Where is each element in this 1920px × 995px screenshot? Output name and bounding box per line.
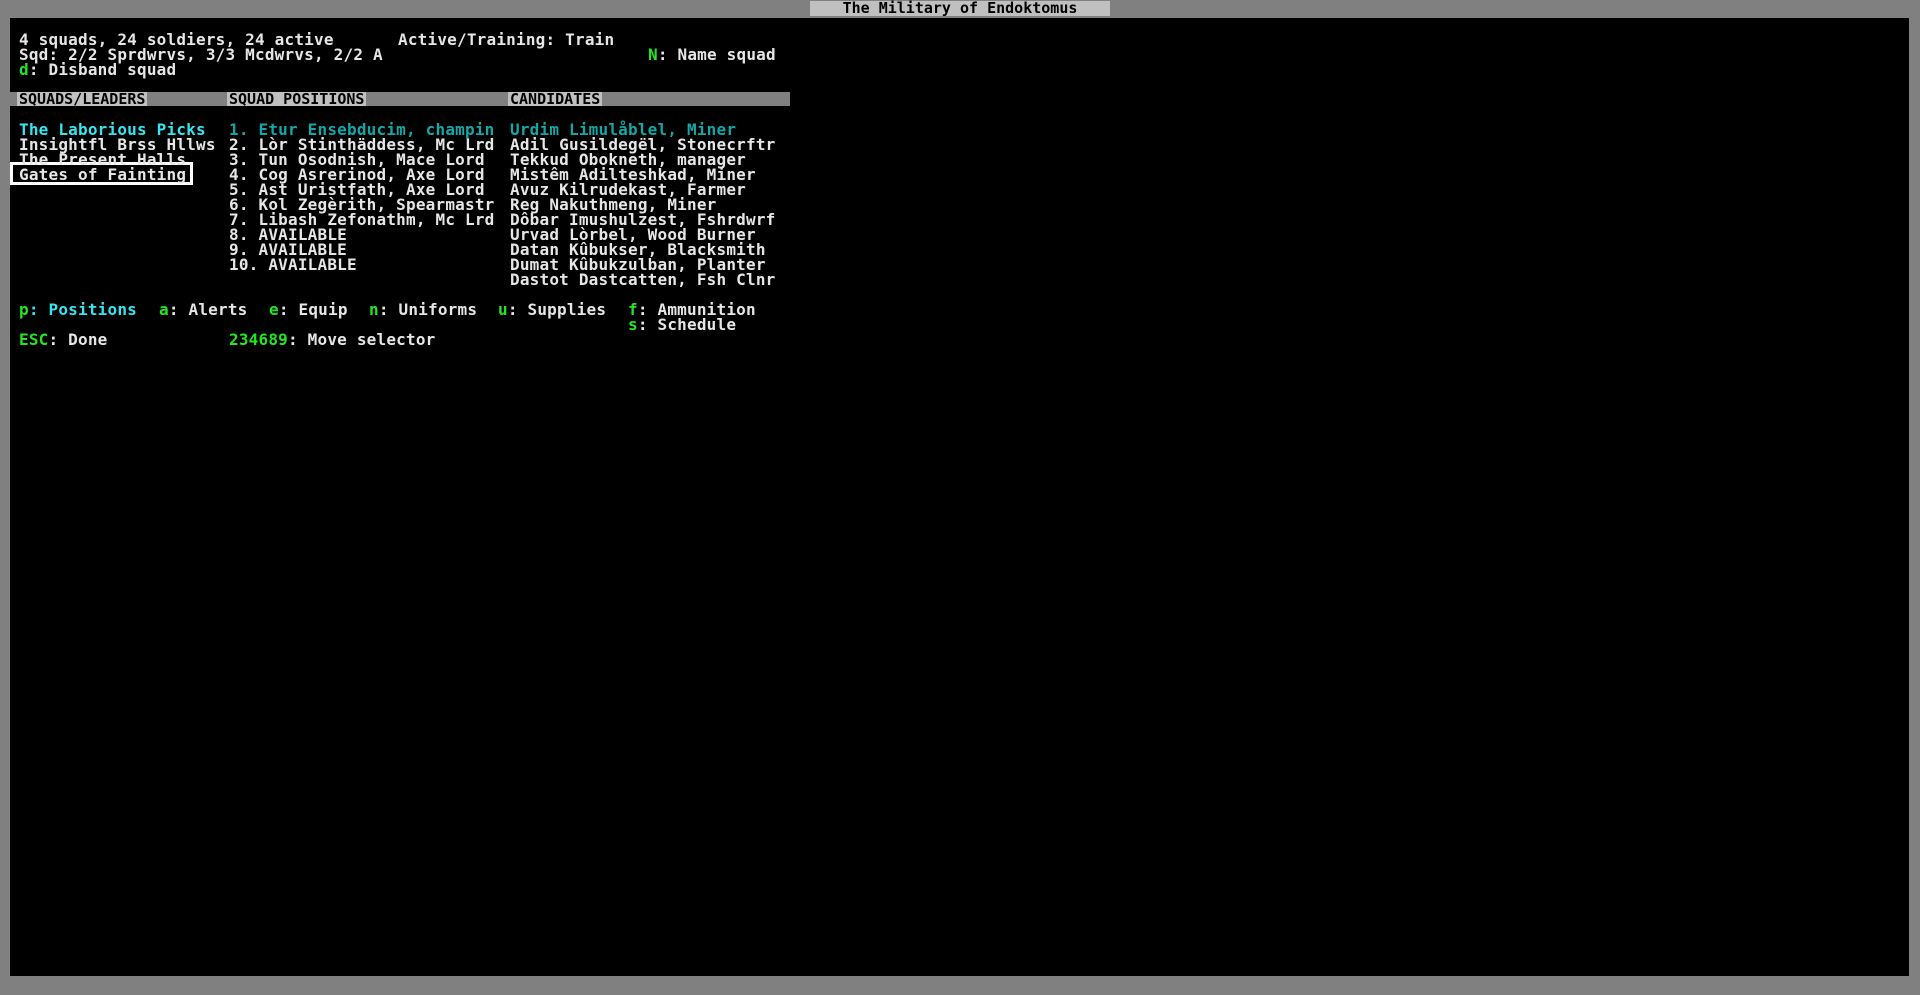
command-label: : Schedule xyxy=(637,315,737,334)
command-label: : Disband squad xyxy=(28,60,177,79)
schedule-command[interactable]: s: Schedule xyxy=(628,315,737,334)
equip-command[interactable]: e: Equip xyxy=(269,300,348,319)
name-squad-command[interactable]: N: Name squad xyxy=(648,45,776,64)
hotkey: a xyxy=(159,300,169,319)
alerts-command[interactable]: a: Alerts xyxy=(159,300,248,319)
position-row[interactable]: 10. AVAILABLE xyxy=(229,257,357,273)
done-command[interactable]: ESC: Done xyxy=(19,330,108,349)
hotkey: 234689 xyxy=(229,330,288,349)
command-label: : Supplies xyxy=(507,300,607,319)
command-label: : Done xyxy=(48,330,108,349)
command-label: : Positions xyxy=(28,300,138,319)
hotkey: u xyxy=(498,300,508,319)
window-title: The Military of Endoktomus xyxy=(810,1,1110,16)
command-label: : Equip xyxy=(278,300,348,319)
command-label: : Move selector xyxy=(288,330,436,349)
header-squads-leaders: SQUADS/LEADERS xyxy=(17,90,148,108)
hotkey: d xyxy=(19,60,29,79)
candidate-row[interactable]: Dastot Dastcatten, Fsh Clnr xyxy=(510,272,776,288)
hotkey: n xyxy=(369,300,379,319)
hotkey: ESC xyxy=(19,330,49,349)
active-training-status: Active/Training: Train xyxy=(398,30,615,49)
disband-squad-command[interactable]: d: Disband squad xyxy=(19,60,177,79)
command-label: : Uniforms xyxy=(378,300,478,319)
command-label: : Alerts xyxy=(168,300,248,319)
squad-item-selected[interactable]: Gates of Fainting xyxy=(19,167,186,183)
hotkey: N xyxy=(648,45,658,64)
move-selector-command[interactable]: 234689: Move selector xyxy=(229,330,436,349)
positions-command[interactable]: p: Positions xyxy=(19,300,138,319)
header-squad-positions: SQUAD POSITIONS xyxy=(227,90,367,108)
hotkey: p xyxy=(19,300,29,319)
hotkey: e xyxy=(269,300,279,319)
uniforms-command[interactable]: n: Uniforms xyxy=(369,300,478,319)
hotkey: s xyxy=(628,315,638,334)
header-candidates: CANDIDATES xyxy=(508,90,603,108)
command-label: : Name squad xyxy=(657,45,776,64)
supplies-command[interactable]: u: Supplies xyxy=(498,300,607,319)
